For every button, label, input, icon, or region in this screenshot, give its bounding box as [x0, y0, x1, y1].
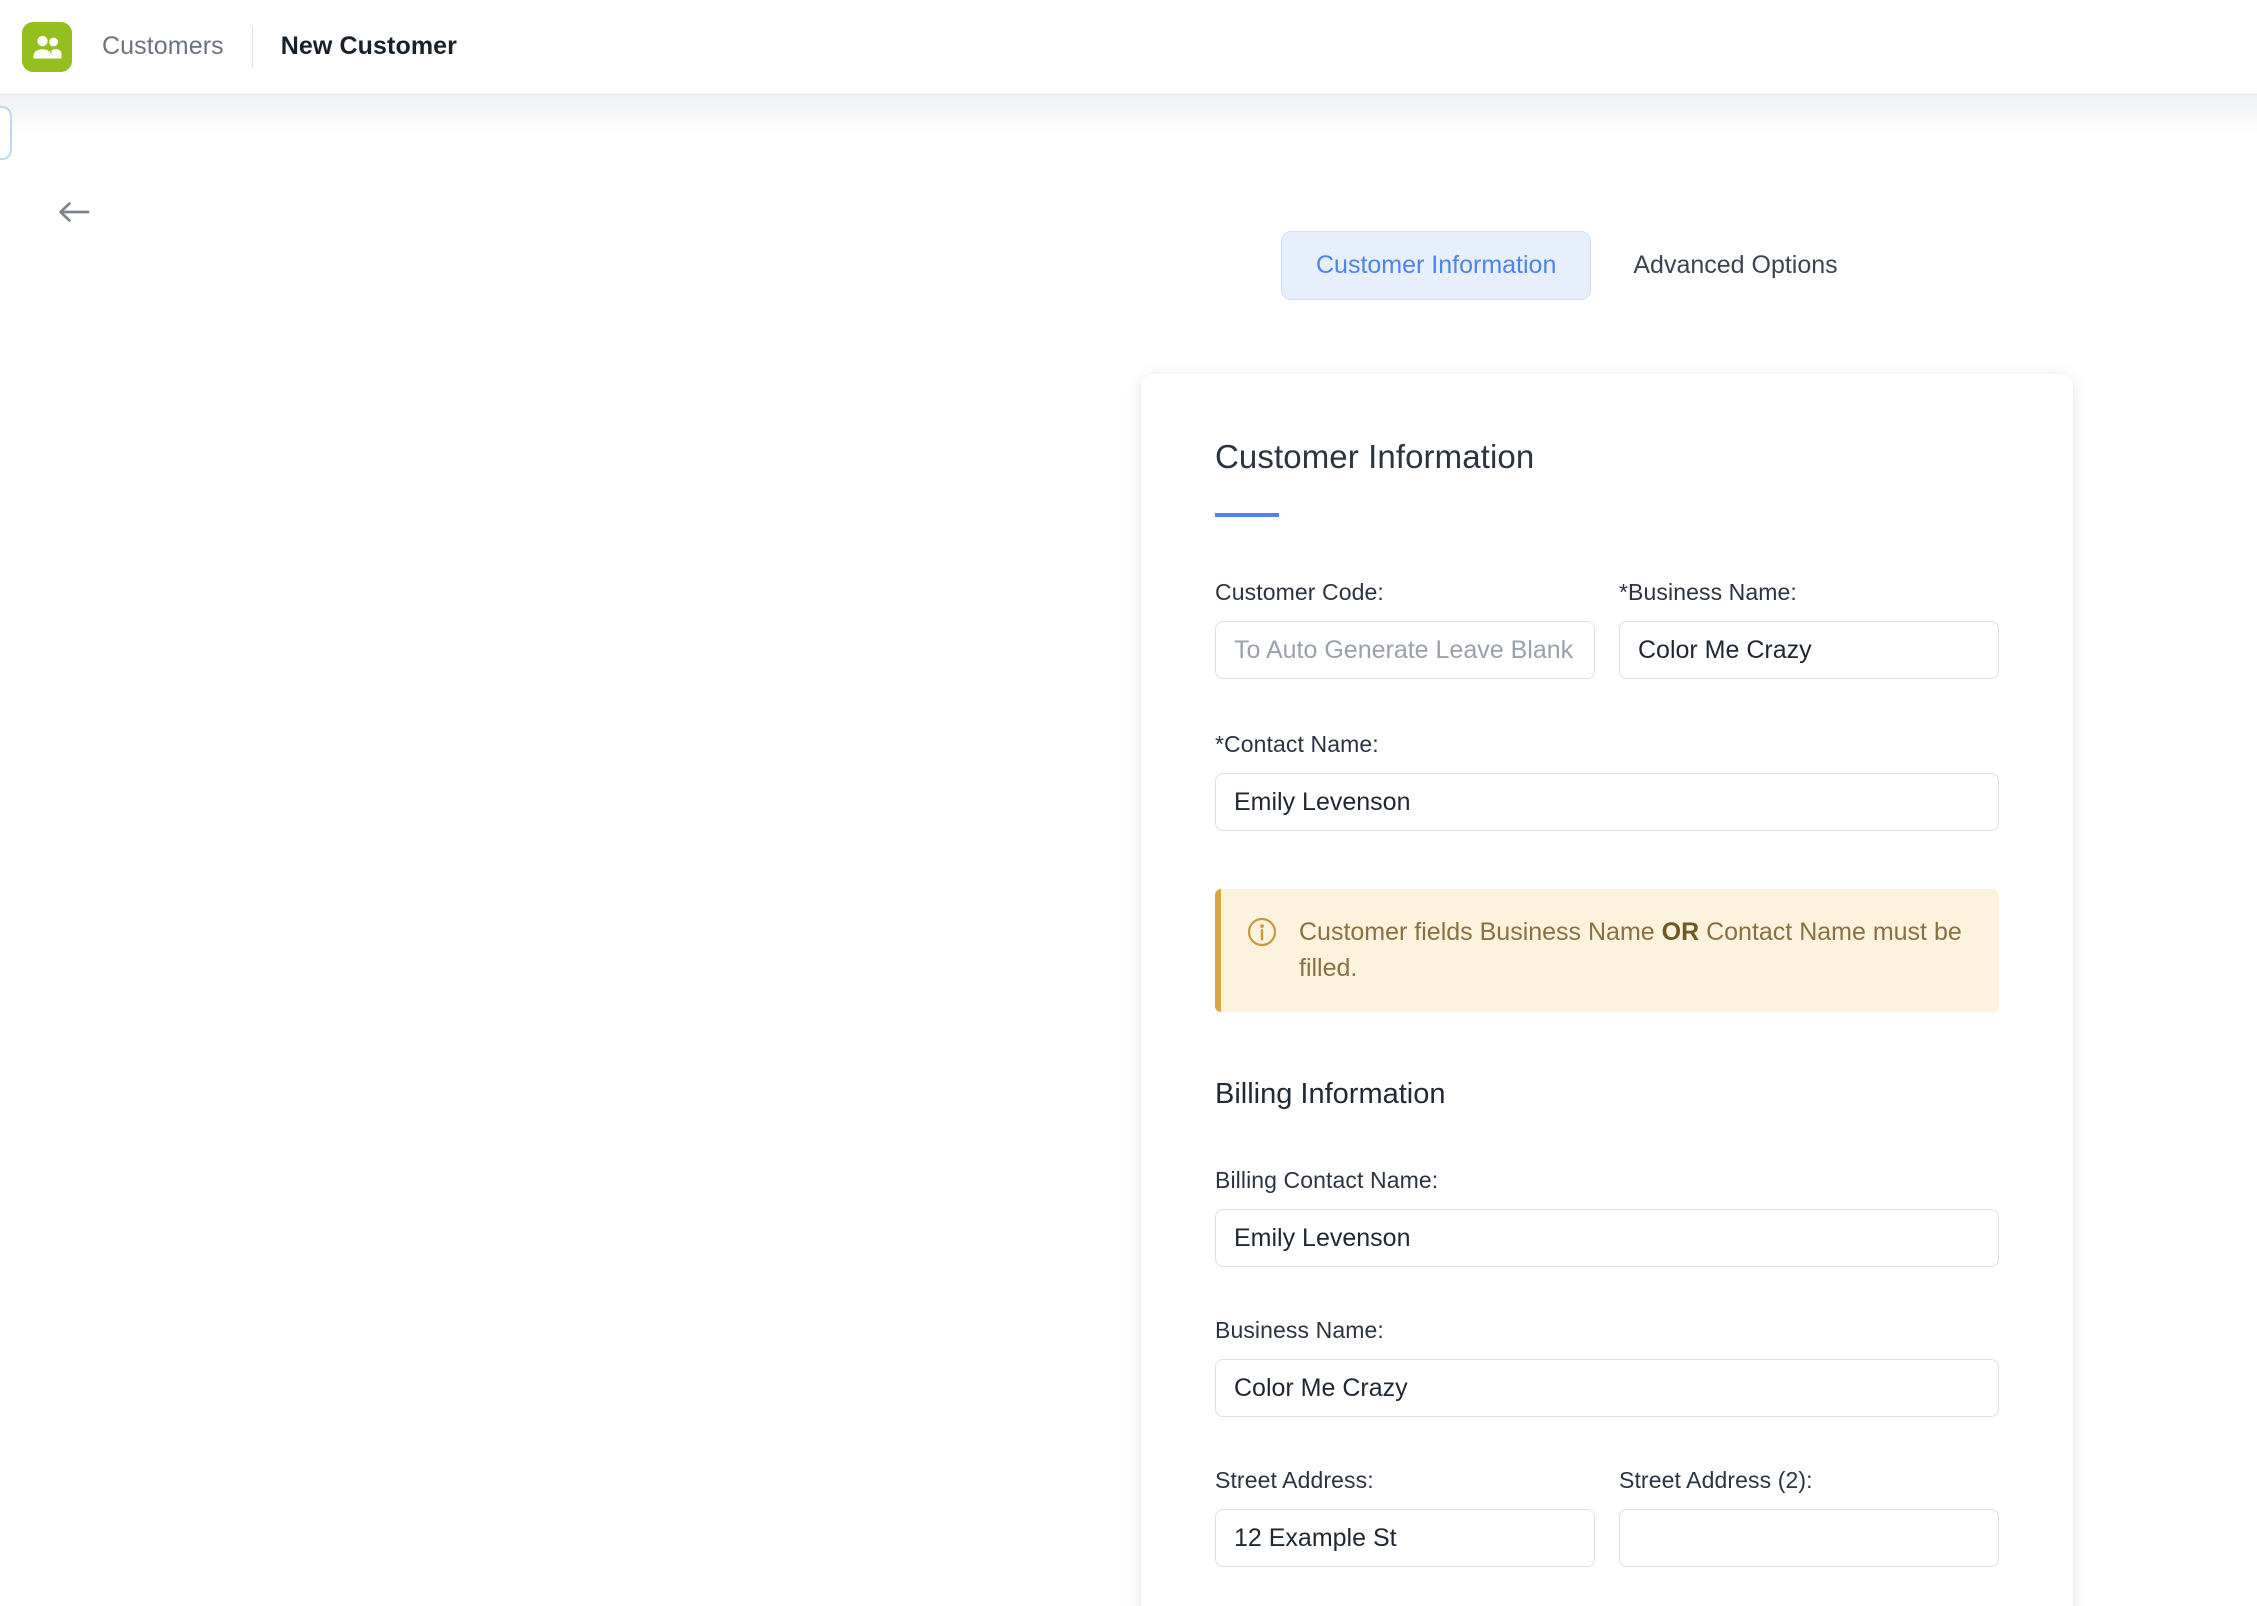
- field-business-name: *Business Name:: [1619, 579, 1999, 679]
- contact-name-input[interactable]: [1215, 773, 1999, 831]
- billing-contact-name-input[interactable]: [1215, 1209, 1999, 1267]
- alert-text-bold: OR: [1661, 918, 1700, 946]
- field-contact-name: *Contact Name:: [1215, 731, 1999, 831]
- tab-advanced-options[interactable]: Advanced Options: [1599, 232, 1871, 299]
- top-header-bar: Customers New Customer: [0, 0, 2257, 94]
- alert-text-before: Customer fields Business Name: [1299, 918, 1662, 946]
- app-root: Customers New Customer Customer Informat…: [0, 0, 2257, 1606]
- label-contact-name: *Contact Name:: [1215, 731, 1379, 757]
- business-name-input[interactable]: [1619, 621, 1999, 679]
- field-billing-business-name: Business Name:: [1215, 1317, 1999, 1417]
- breadcrumb: Customers New Customer: [72, 22, 457, 72]
- info-alert: Customer fields Business Name OR Contact…: [1215, 889, 1999, 1012]
- billing-business-name-input[interactable]: [1215, 1359, 1999, 1417]
- label-street-address-2: Street Address (2):: [1619, 1467, 1813, 1493]
- field-street-address: Street Address:: [1215, 1467, 1595, 1567]
- form-row-billing-contact-name: Billing Contact Name:: [1215, 1167, 1999, 1267]
- form-row-billing-business-name: Business Name:: [1215, 1317, 1999, 1417]
- form-row-code-business: Customer Code: *Business Name:: [1215, 579, 1999, 679]
- card-heading: Customer Information: [1215, 438, 1535, 475]
- tab-bar: Customer Information Advanced Options: [1281, 231, 1872, 300]
- field-billing-contact-name: Billing Contact Name:: [1215, 1167, 1999, 1267]
- customer-code-input[interactable]: [1215, 621, 1595, 679]
- info-alert-text: Customer fields Business Name OR Contact…: [1299, 915, 1971, 986]
- tab-customer-information[interactable]: Customer Information: [1281, 231, 1592, 300]
- form-row-street-address: Street Address: Street Address (2):: [1215, 1467, 1999, 1567]
- customers-people-icon: [22, 21, 72, 72]
- label-street-address: Street Address:: [1215, 1467, 1374, 1493]
- breadcrumb-link-customers[interactable]: Customers: [102, 32, 224, 61]
- info-circle-icon: [1247, 917, 1277, 952]
- label-billing-contact-name: Billing Contact Name:: [1215, 1167, 1439, 1193]
- label-billing-business-name: Business Name:: [1215, 1317, 1384, 1343]
- card-heading-accent-rule: [1215, 513, 1279, 517]
- offscreen-chip: [0, 106, 12, 160]
- label-business-name: *Business Name:: [1619, 579, 1797, 605]
- page-title: New Customer: [280, 32, 458, 60]
- billing-section-heading: Billing Information: [1215, 1078, 1446, 1110]
- street-address-2-input[interactable]: [1619, 1509, 1999, 1567]
- field-customer-code: Customer Code:: [1215, 579, 1595, 679]
- header-shadow: [0, 94, 2257, 134]
- field-street-address-2: Street Address (2):: [1619, 1467, 1999, 1567]
- back-arrow-icon[interactable]: [52, 190, 96, 234]
- street-address-input[interactable]: [1215, 1509, 1595, 1567]
- label-customer-code: Customer Code:: [1215, 579, 1384, 605]
- customer-information-card: Customer Information Customer Code: *Bus…: [1141, 374, 2073, 1606]
- form-row-contact-name: *Contact Name:: [1215, 731, 1999, 831]
- breadcrumb-separator: [251, 25, 253, 68]
